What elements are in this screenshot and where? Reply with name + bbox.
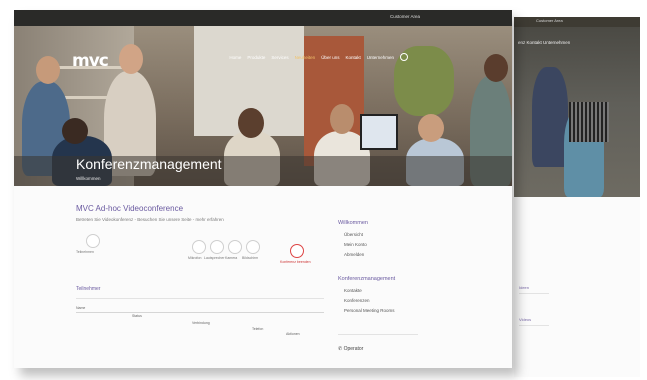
sidebar-item-rooms[interactable]: Personal Meeting Rooms [344,308,395,313]
stage: Customer Area enz Kontakt Unternehmen Id… [0,0,647,380]
microphone-icon[interactable] [192,240,206,254]
camera-icon[interactable] [228,240,242,254]
sidebar-heading-welcome: Willkommen [338,220,368,226]
hero-person-head [484,54,508,82]
back-divider [519,293,549,294]
breadcrumb[interactable]: Willkommen [76,176,101,181]
main-content: MVC Ad-hoc Videoconference Betreten Sie … [14,186,512,368]
table-header-phone: Telefon [252,327,264,331]
sidebar-item-account[interactable]: Mein Konto [344,242,367,247]
back-nav[interactable]: enz Kontakt Unternehmen [518,40,570,45]
back-chair [569,102,609,142]
participants-heading: Teilnehmer [76,286,101,292]
main-nav: Home Produkte Services Neuheiten Über un… [229,53,408,61]
speaker-label: Lautsprecher [204,256,225,260]
back-divider [519,325,549,326]
hero-person-head [418,114,444,142]
divider [76,298,324,299]
sidebar-heading-conference: Konferenzmanagement [338,276,396,282]
hero-laptop [360,114,398,150]
back-person [532,67,568,167]
sidebar-item-logout[interactable]: Abmelden [344,252,364,257]
search-icon[interactable] [400,53,408,61]
back-customer-area-link[interactable]: Customer Area [536,18,563,23]
hero-person-head [119,44,143,74]
hero-person-head [330,104,354,134]
back-hero-image: enz Kontakt Unternehmen [514,27,640,197]
page-title: Konferenzmanagement [76,156,222,172]
nav-item-products[interactable]: Produkte [247,55,265,60]
sidebar-item-contacts[interactable]: Kontakte [344,288,362,293]
screen-share-icon[interactable] [246,240,260,254]
sidebar-item-conferences[interactable]: Konferenzen [344,298,370,303]
end-call-icon[interactable] [290,244,304,258]
nav-item-news[interactable]: Neuheiten [295,55,316,60]
screen-share-label: Bildschirm [242,256,259,260]
sidebar-divider [338,334,418,335]
nav-item-services[interactable]: Services [271,55,288,60]
nav-item-company[interactable]: Unternehmen [367,55,394,60]
hero-person-head [62,118,88,144]
speaker-icon[interactable] [210,240,224,254]
back-top-bar: Customer Area [514,17,640,27]
hero-person-head [36,56,60,84]
top-bar: Customer Area [14,10,512,26]
operator-label: Operator [343,346,364,352]
join-icon[interactable] [86,234,100,248]
table-header-name: Name [76,306,86,310]
camera-label: Kamera [225,256,238,260]
join-label: Teilnehmen [76,250,94,254]
table-header-actions: Aktionen [286,332,300,336]
back-body: Ideen Videos [514,197,640,377]
back-link-ideas[interactable]: Ideen [519,285,529,290]
hero-image: mvc Home Produkte Services Neuheiten Übe… [14,26,512,186]
hero-person-head [238,108,264,138]
conference-title: MVC Ad-hoc Videoconference [76,204,184,213]
front-page: Customer Area mvc Home Produkte Services… [14,10,512,368]
nav-item-about[interactable]: Über uns [321,55,339,60]
back-link-videos[interactable]: Videos [519,317,531,322]
conference-description: Betreten Sie Videokonferenz - Besuchen S… [76,217,224,222]
nav-item-contact[interactable]: Kontakt [345,55,360,60]
customer-area-link[interactable]: Customer Area [390,14,420,19]
nav-item-home[interactable]: Home [229,55,241,60]
table-rule [76,312,324,313]
table-header-connection: Verbindung [192,321,210,325]
operator-link[interactable]: ✆ Operator [338,346,363,352]
end-call-label: Konferenz beenden [280,260,311,264]
table-header-status: Status [132,314,142,318]
microphone-label: Mikrofon [188,256,202,260]
sidebar-item-overview[interactable]: Übersicht [344,232,363,237]
mvc-logo[interactable]: mvc [72,51,109,71]
